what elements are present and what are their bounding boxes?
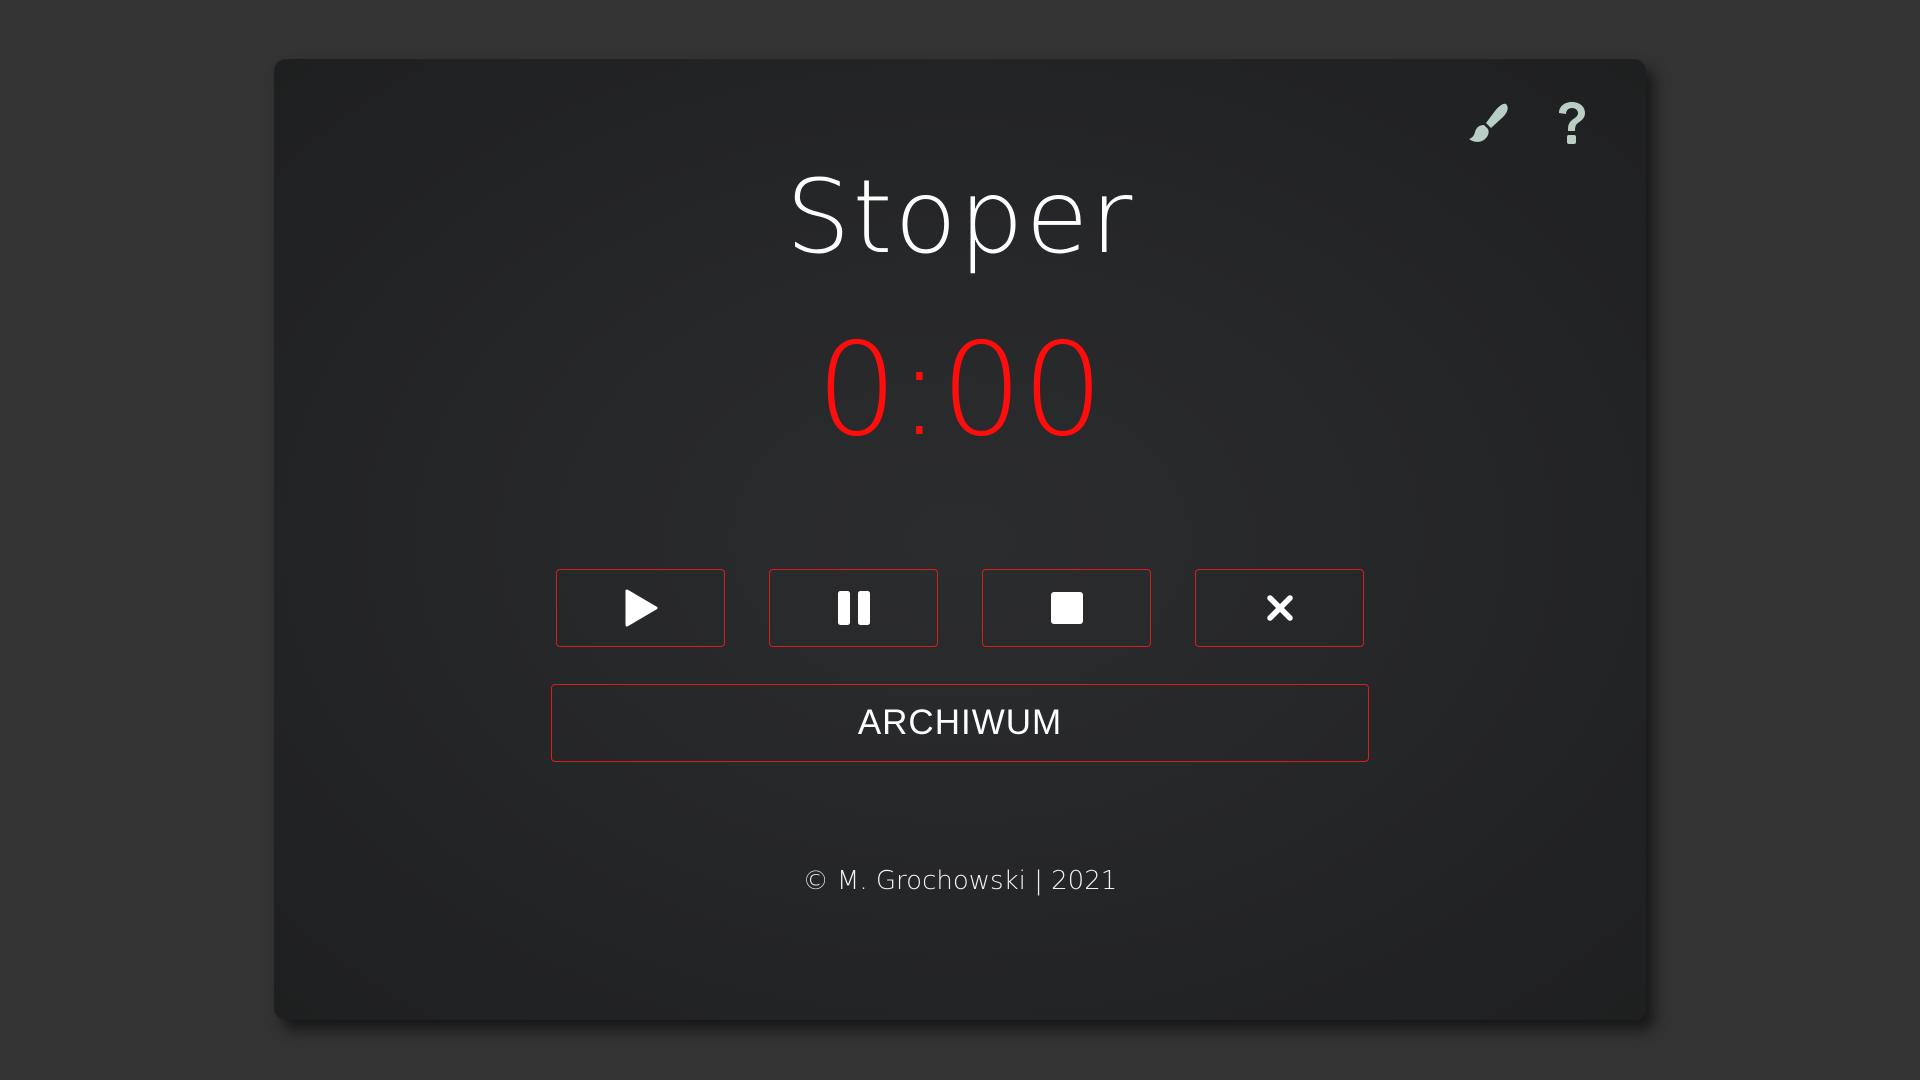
app-title: Stoper [785,158,1135,277]
play-icon [625,589,657,627]
stopwatch-card: Stoper 0:00 ARCHIWUM © M. Grochowski | 2… [274,59,1646,1020]
pause-icon [837,591,870,625]
theme-button[interactable] [1466,99,1510,147]
controls-row [556,569,1364,647]
footer-copyright: © M. Grochowski | 2021 [802,866,1118,896]
pause-button[interactable] [769,569,938,647]
stop-icon [1050,592,1083,624]
question-mark-icon [1559,102,1585,144]
archive-button[interactable]: ARCHIWUM [551,684,1369,762]
close-icon [1266,595,1293,621]
reset-button[interactable] [1195,569,1364,647]
toolbar [1466,99,1594,147]
start-button[interactable] [556,569,725,647]
help-button[interactable] [1550,99,1594,147]
stop-button[interactable] [982,569,1151,647]
time-display: 0:00 [816,316,1104,465]
paintbrush-icon [1469,103,1508,142]
